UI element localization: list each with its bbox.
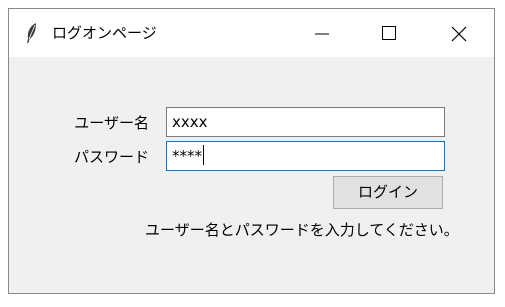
text-caret xyxy=(203,145,204,165)
title-bar[interactable]: ログオンページ xyxy=(9,9,494,57)
login-button[interactable]: ログイン xyxy=(333,176,443,209)
login-window: ログオンページ ユーザー名 xxxx パスワード **** ログイン ユーザー名… xyxy=(8,8,495,294)
maximize-icon xyxy=(382,26,396,40)
username-field[interactable]: xxxx xyxy=(166,107,445,137)
feather-icon xyxy=(24,22,38,44)
password-label: パスワード xyxy=(73,148,149,166)
minimize-button[interactable] xyxy=(297,9,343,57)
instruction-message: ユーザー名とパスワードを入力してください。 xyxy=(145,221,459,239)
window-title: ログオンページ xyxy=(52,24,157,42)
username-label: ユーザー名 xyxy=(74,114,149,132)
close-button[interactable] xyxy=(435,9,481,57)
maximize-button[interactable] xyxy=(365,9,411,57)
minimize-icon xyxy=(315,33,329,35)
username-value: xxxx xyxy=(172,113,208,131)
password-field[interactable]: **** xyxy=(166,141,445,171)
close-icon xyxy=(451,26,467,42)
password-value: **** xyxy=(172,147,202,165)
